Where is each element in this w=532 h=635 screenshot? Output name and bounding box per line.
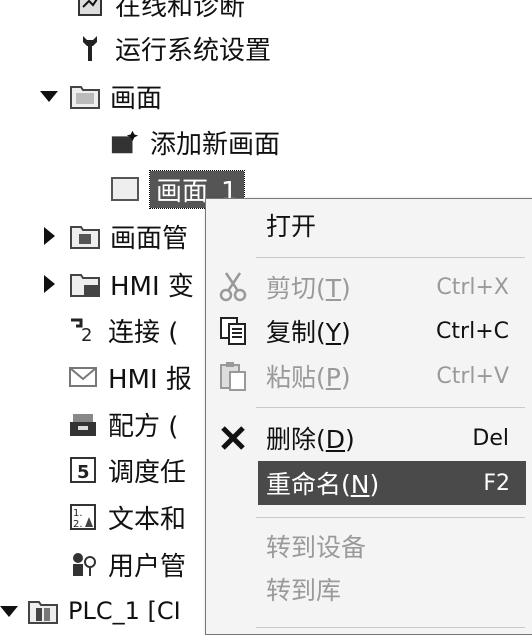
folder-icon	[70, 82, 100, 110]
copy-icon	[216, 314, 250, 348]
tree-item-label: 文本和	[108, 504, 187, 535]
menu-item-label: 转到设备	[266, 533, 367, 562]
tree-item-plc-1[interactable]: PLC_1 [CI	[0, 589, 181, 633]
menu-item-open[interactable]: 打开	[206, 203, 532, 247]
recipes-icon	[68, 410, 98, 438]
tree-item-label: HMI 报	[108, 364, 192, 395]
tree-item-label: PLC_1 [CI	[68, 597, 181, 625]
scissors-icon	[216, 270, 250, 304]
menu-separator	[256, 517, 525, 518]
menu-item-cut[interactable]: 剪切(T) Ctrl+X	[206, 265, 532, 309]
svg-text:2.: 2.	[73, 519, 83, 530]
tree-item-online-diagnostics[interactable]: 在线和诊断	[75, 0, 245, 26]
menu-item-label: 重命名(N)	[266, 470, 380, 499]
tree-item-label: 添加新画面	[150, 129, 281, 160]
tree-item-hmi-alarms[interactable]: HMI 报	[68, 355, 192, 399]
tree-item-add-new-screen[interactable]: 添加新画面	[110, 120, 280, 164]
online-diagnostics-icon	[75, 0, 105, 18]
tree-item-label: 用户管	[108, 551, 187, 582]
menu-item-label: 转到库	[266, 576, 342, 605]
menu-shortcut: Del	[472, 425, 509, 451]
menu-item-go-to-library[interactable]: 转到库	[206, 567, 532, 611]
connections-icon: 2	[68, 316, 98, 344]
tree-item-label: 调度任	[108, 457, 187, 488]
tree-item-label: 画面管	[110, 223, 189, 254]
menu-item-delete[interactable]: 删除(D) Del	[206, 416, 532, 460]
tree-item-label: HMI 变	[110, 271, 194, 302]
menu-item-paste[interactable]: 粘贴(P) Ctrl+V	[206, 354, 532, 398]
screen-management-folder-icon	[70, 222, 100, 250]
menu-item-label: 打开	[266, 212, 317, 241]
menu-item-label: 删除(D)	[266, 425, 355, 454]
menu-shortcut: Ctrl+C	[436, 318, 509, 344]
plc-folder-icon	[28, 597, 58, 625]
menu-item-label: 剪切(T)	[266, 274, 351, 303]
tree-item-label: 运行系统设置	[115, 35, 272, 66]
tree-item-label: 画面	[110, 83, 163, 114]
expand-right-icon[interactable]	[40, 227, 58, 245]
text-graphics-lists-icon: 1. 2.	[68, 503, 98, 531]
menu-shortcut: F2	[483, 470, 510, 496]
expand-down-icon[interactable]	[0, 602, 18, 620]
scheduler-icon: 5	[68, 456, 98, 484]
tree-item-connections[interactable]: 2 连接 (	[68, 308, 178, 352]
tree-item-hmi-tags[interactable]: HMI 变	[40, 262, 194, 306]
tree-item-screens[interactable]: 画面	[40, 74, 162, 118]
screen-icon	[110, 175, 140, 203]
tree-item-user-admin[interactable]: 用户管	[68, 542, 186, 586]
menu-item-go-to-device[interactable]: 转到设备	[206, 524, 532, 568]
expand-down-icon[interactable]	[40, 87, 58, 105]
wrench-icon	[75, 34, 105, 62]
menu-separator	[256, 407, 525, 408]
menu-separator	[256, 257, 525, 258]
paste-icon	[216, 359, 250, 393]
menu-item-label: 复制(Y)	[266, 318, 351, 347]
menu-shortcut: Ctrl+X	[436, 274, 509, 300]
hmi-tags-folder-icon	[70, 270, 100, 298]
menu-item-copy[interactable]: 复制(Y) Ctrl+C	[206, 309, 532, 353]
expand-right-icon[interactable]	[40, 275, 58, 293]
menu-separator	[256, 627, 525, 628]
tree-item-label: 配方 (	[108, 411, 179, 442]
delete-x-icon	[216, 421, 250, 455]
menu-item-rename[interactable]: 重命名(N) F2	[258, 461, 526, 505]
tree-item-text-graphic-lists[interactable]: 1. 2. 文本和	[68, 495, 186, 539]
svg-text:1.: 1.	[73, 508, 83, 519]
tree-item-scheduler[interactable]: 5 调度任	[68, 448, 186, 492]
tree-item-recipes[interactable]: 配方 (	[68, 402, 178, 446]
tree-item-label: 在线和诊断	[115, 0, 246, 22]
tree-item-label: 连接 (	[108, 317, 179, 348]
svg-text:5: 5	[77, 462, 90, 483]
add-screen-icon	[110, 128, 140, 156]
svg-text:2: 2	[81, 325, 92, 344]
menu-shortcut: Ctrl+V	[436, 363, 509, 389]
tree-item-runtime-settings[interactable]: 运行系统设置	[75, 26, 271, 70]
tree-item-screen-management[interactable]: 画面管	[40, 214, 188, 258]
hmi-alarms-icon	[68, 363, 98, 391]
context-menu: 打开 剪切(T) Ctrl+X 复制(Y) Ctrl+C 粘贴(P) Ctrl+…	[205, 198, 532, 635]
user-admin-icon	[68, 550, 98, 578]
menu-item-label: 粘贴(P)	[266, 363, 351, 392]
